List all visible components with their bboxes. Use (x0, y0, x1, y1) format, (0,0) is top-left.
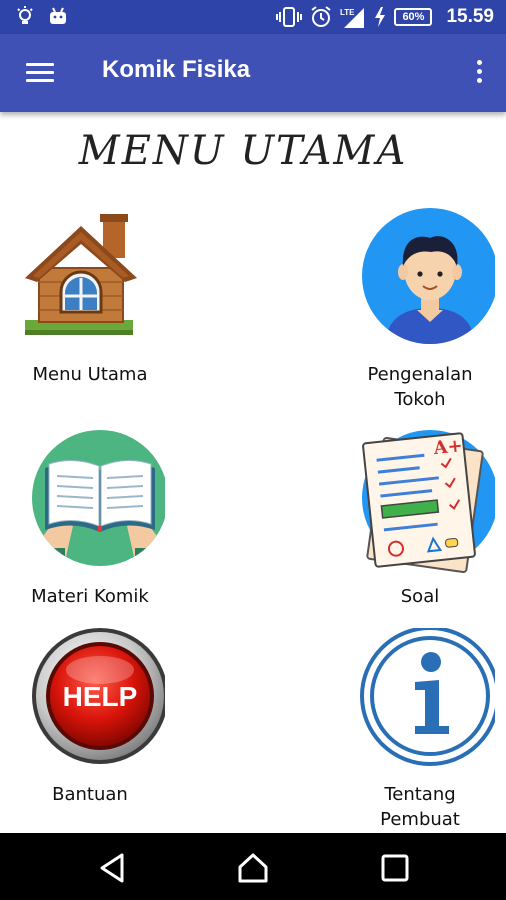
menu-item-label: Menu Utama (32, 364, 148, 385)
hamburger-icon[interactable] (26, 58, 54, 88)
clock: 15.59 (446, 6, 494, 27)
menu-item-label: Tentang Pembuat (380, 784, 460, 830)
house-icon (25, 214, 137, 335)
charging-icon (375, 7, 386, 27)
help-button-icon: HELP (32, 628, 168, 764)
navigation-bar (0, 833, 506, 900)
menu-item-pengenalan-tokoh[interactable]: Pengenalan Tokoh (335, 208, 505, 412)
help-text: HELP (63, 681, 138, 712)
menu-item-soal[interactable]: A+ Soal (335, 430, 505, 609)
menu-item-materi-komik[interactable]: Materi Komik (5, 430, 175, 609)
svg-text:LTE: LTE (340, 8, 355, 17)
page-title: MENU UTAMA (78, 128, 408, 174)
lte-signal-icon: LTE (340, 8, 365, 28)
vibrate-icon (276, 7, 303, 27)
menu-item-bantuan[interactable]: HELP Bantuan (5, 628, 175, 807)
battery-icon: 60% (394, 8, 433, 26)
android-icon (50, 7, 66, 24)
grade-text: A+ (432, 435, 464, 459)
status-bar: LTE 60% 15.59 (0, 0, 506, 34)
menu-item-label: Pengenalan Tokoh (367, 364, 473, 410)
alarm-icon (311, 6, 332, 27)
avatar-icon (362, 208, 498, 344)
menu-item-label: Bantuan (52, 784, 128, 805)
menu-item-label: Materi Komik (31, 586, 149, 607)
back-icon[interactable] (96, 851, 130, 885)
menu-item-label: Soal (400, 586, 440, 607)
open-book-icon (32, 430, 168, 566)
menu-item-menu-utama[interactable]: Menu Utama (5, 208, 175, 387)
recents-icon[interactable] (378, 851, 412, 885)
battery-level: 60% (402, 11, 425, 23)
app-bar: Komik Fisika (0, 34, 506, 112)
test-paper-icon: A+ (362, 430, 498, 573)
app-title: Komik Fisika (102, 56, 251, 83)
menu-item-tentang-pembuat[interactable]: Tentang Pembuat (335, 626, 505, 832)
bulb-icon (17, 6, 33, 24)
more-vert-icon[interactable] (474, 60, 484, 90)
info-icon (360, 626, 500, 766)
home-icon[interactable] (236, 851, 270, 885)
